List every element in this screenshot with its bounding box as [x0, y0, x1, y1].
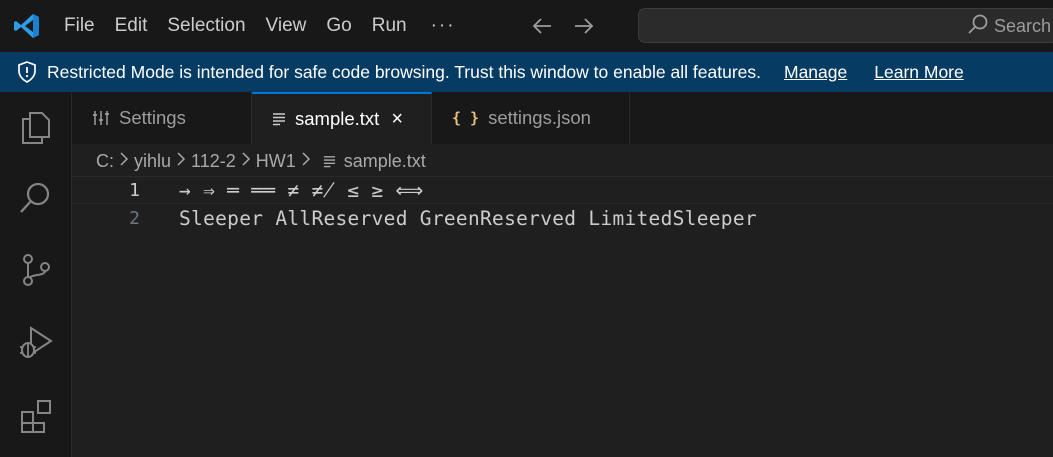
menu-run[interactable]: Run [362, 0, 417, 52]
menu-file[interactable]: File [54, 0, 105, 52]
chevron-right-icon [176, 151, 186, 171]
more-menu-button[interactable]: ··· [417, 15, 470, 37]
search-icon [967, 13, 989, 40]
explorer-icon[interactable] [0, 97, 72, 157]
tab-label: settings.json [488, 107, 591, 128]
close-icon[interactable]: × [391, 108, 403, 131]
manage-link[interactable]: Manage [784, 62, 847, 83]
breadcrumb: C: yihlu 112-2 HW1 sample.txt [96, 149, 426, 173]
chevron-right-icon [241, 151, 251, 171]
tab-label: Settings [119, 107, 186, 128]
menu-edit[interactable]: Edit [105, 0, 158, 52]
banner-message: Restricted Mode is intended for safe cod… [47, 61, 761, 82]
editor-area[interactable]: 1 → ⇒ ═ ══ ≠ ≠̸ ≤ ≥ ⟺ 2 Sleeper AllReser… [72, 176, 1053, 457]
editor-line[interactable]: 2 Sleeper AllReserved GreenReserved Limi… [72, 204, 1053, 232]
breadcrumb-file[interactable]: sample.txt [344, 151, 426, 172]
settings-sliders-icon [92, 109, 110, 127]
chevron-right-icon [119, 151, 129, 171]
navigation-arrows [530, 14, 596, 38]
breadcrumb-item[interactable]: C: [96, 151, 114, 172]
restricted-mode-banner: Restricted Mode is intended for safe cod… [0, 52, 1053, 92]
line-number: 1 [129, 179, 140, 201]
learn-more-link[interactable]: Learn More [874, 62, 964, 83]
menu-bar: File Edit Selection View Go Run ··· [54, 0, 470, 52]
tab-settings-json[interactable]: { } settings.json [432, 92, 630, 144]
menu-selection[interactable]: Selection [157, 0, 255, 52]
vscode-logo-icon[interactable] [0, 0, 54, 52]
extensions-icon[interactable] [0, 386, 72, 446]
menu-go[interactable]: Go [316, 0, 361, 52]
breadcrumb-item[interactable]: HW1 [256, 151, 296, 172]
tab-label: sample.txt [295, 108, 380, 129]
title-bar: File Edit Selection View Go Run ··· Sear… [0, 0, 1053, 52]
command-center-search[interactable]: Search [638, 8, 1053, 43]
breadcrumb-item[interactable]: 112-2 [191, 151, 236, 172]
breadcrumb-item[interactable]: yihlu [134, 151, 171, 172]
menu-view[interactable]: View [256, 0, 317, 52]
search-icon[interactable] [0, 168, 72, 228]
tab-sample-txt[interactable]: sample.txt × [252, 92, 432, 144]
search-label: Search [994, 16, 1052, 36]
editor-line[interactable]: 1 → ⇒ ═ ══ ≠ ≠̸ ≤ ≥ ⟺ [72, 176, 1053, 204]
json-braces-icon: { } [452, 109, 480, 127]
line-text[interactable]: → ⇒ ═ ══ ≠ ≠̸ ≤ ≥ ⟺ [179, 179, 424, 202]
source-control-icon[interactable] [0, 240, 72, 300]
shield-icon [17, 61, 37, 83]
line-number: 2 [129, 207, 140, 229]
text-file-icon [272, 112, 286, 126]
text-file-icon [323, 155, 336, 168]
line-text[interactable]: Sleeper AllReserved GreenReserved Limite… [179, 207, 757, 230]
tab-settings[interactable]: Settings [72, 92, 252, 144]
arrow-right-icon[interactable] [572, 14, 596, 38]
arrow-left-icon[interactable] [530, 14, 554, 38]
activity-bar [0, 92, 72, 457]
editor-tabs: Settings sample.txt × { } settings.json [72, 92, 1053, 144]
chevron-right-icon [301, 151, 311, 171]
run-debug-icon[interactable] [0, 312, 72, 372]
